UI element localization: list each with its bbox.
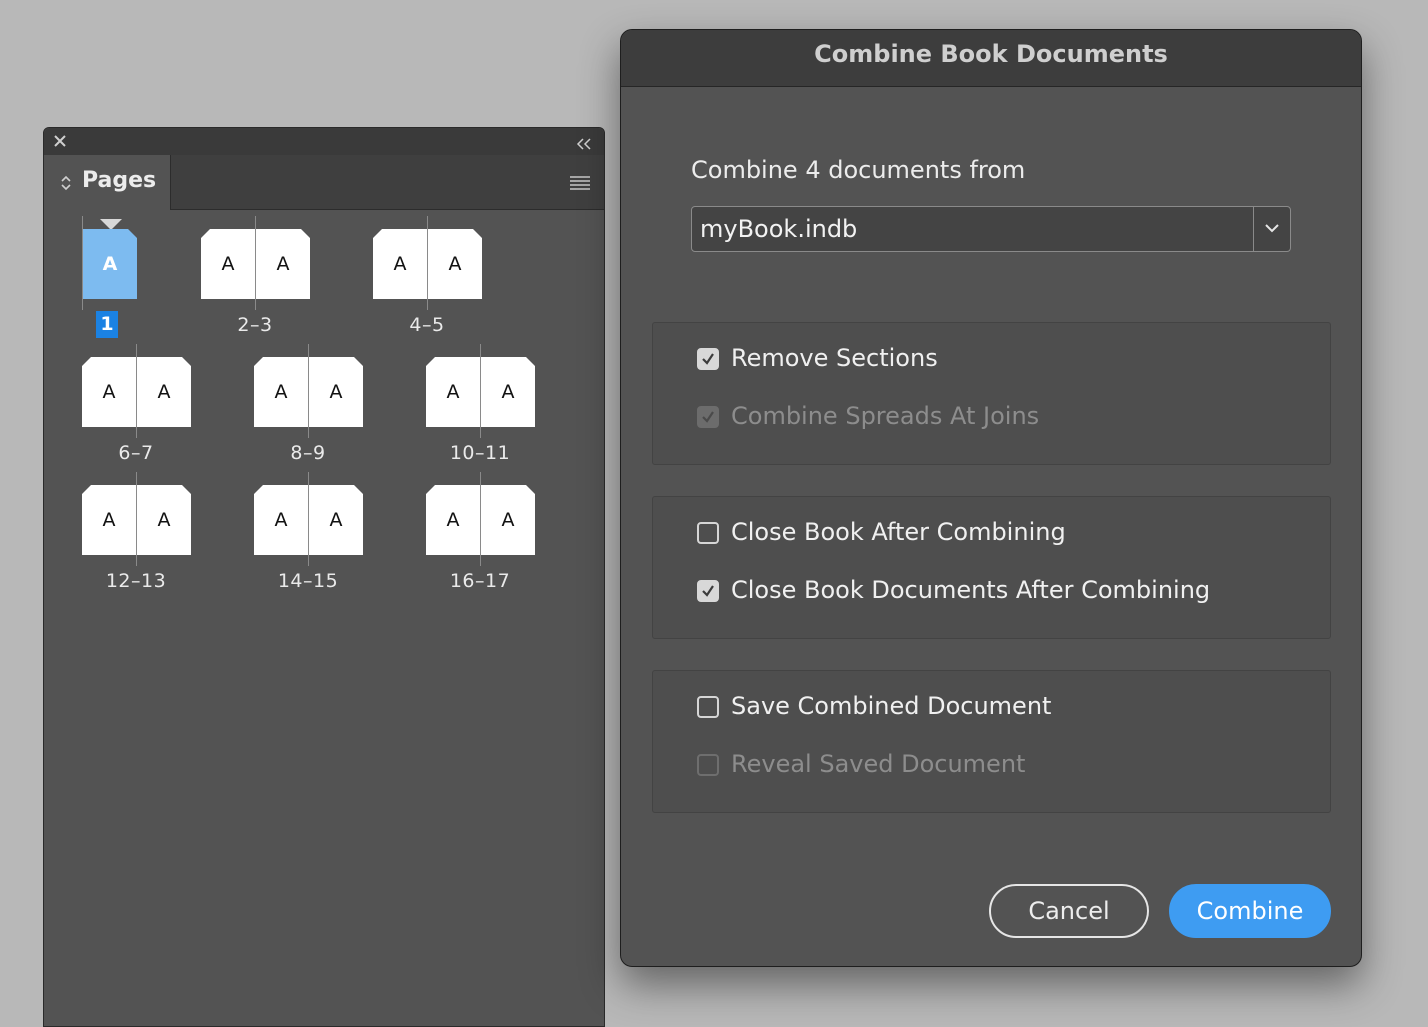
spread-label: 4–5 [409, 314, 445, 336]
combine-from-label: Combine 4 documents from [691, 156, 1026, 184]
reveal-saved-label: Reveal Saved Document [731, 750, 1026, 778]
dialog-title: Combine Book Documents [814, 40, 1168, 68]
spread-label: 12–13 [105, 570, 167, 592]
combine-book-documents-dialog: Combine Book Documents Combine 4 documen… [620, 29, 1362, 967]
page-thumb[interactable]: A [82, 357, 136, 427]
page-thumb[interactable]: A [137, 485, 191, 555]
page-thumbnails: A 1 A A 2–3 A A 4–5 A A 6–7 A A 8–9 A A 10–11 A A 12–13 A A… [44, 210, 604, 1026]
combine-spreads-checkbox [697, 406, 719, 428]
close-options-group: Close Book After Combining Close Book Do… [652, 496, 1331, 639]
remove-sections-checkbox[interactable] [697, 348, 719, 370]
page-1-label: 1 [96, 311, 118, 338]
save-combined-checkbox[interactable] [697, 696, 719, 718]
page-thumb[interactable]: A [481, 485, 535, 555]
spread-label: 10–11 [449, 442, 511, 464]
close-book-documents-checkbox[interactable] [697, 580, 719, 602]
close-icon[interactable] [53, 133, 67, 152]
panel-menu-icon[interactable] [569, 175, 591, 195]
spread-label: 14–15 [277, 570, 339, 592]
tab-pages[interactable]: Pages [44, 155, 171, 210]
spread-label: 8–9 [290, 442, 326, 464]
page-thumb[interactable]: A [137, 357, 191, 427]
reveal-saved-checkbox [697, 754, 719, 776]
chevron-down-icon [1265, 224, 1279, 233]
save-options-group: Save Combined Document Reveal Saved Docu… [652, 670, 1331, 813]
close-book-documents-label: Close Book Documents After Combining [731, 576, 1211, 604]
spread-spine [480, 344, 481, 438]
page-thumb[interactable]: A [309, 485, 363, 555]
sections-options-group: Remove Sections Combine Spreads At Joins [652, 322, 1331, 465]
expand-collapse-chevron-icon[interactable] [60, 175, 72, 195]
book-select-value: myBook.indb [700, 215, 858, 243]
dialog-title-bar[interactable]: Combine Book Documents [621, 30, 1361, 87]
panel-tab-strip: Pages [44, 155, 604, 210]
pages-tab-label: Pages [82, 168, 157, 193]
page-thumb[interactable]: A [428, 229, 482, 299]
page-thumb[interactable]: A [426, 485, 480, 555]
combine-spreads-label: Combine Spreads At Joins [731, 402, 1040, 430]
spread-label: 6–7 [118, 442, 154, 464]
spread-label: 2–3 [237, 314, 273, 336]
page-thumb[interactable]: A [481, 357, 535, 427]
spread-spine [136, 344, 137, 438]
spread-spine [427, 216, 428, 310]
spread-spine [255, 216, 256, 310]
combine-button[interactable]: Combine [1169, 884, 1331, 938]
collapse-icon[interactable] [576, 135, 592, 154]
book-select-dropdown[interactable]: myBook.indb [691, 206, 1291, 252]
spread-spine [308, 472, 309, 566]
spread-spine [308, 344, 309, 438]
close-book-checkbox[interactable] [697, 522, 719, 544]
close-book-label: Close Book After Combining [731, 518, 1066, 546]
page-thumb[interactable]: A [201, 229, 255, 299]
spread-label: 16–17 [449, 570, 511, 592]
page-thumb[interactable]: A [82, 485, 136, 555]
pages-panel: Pages A 1 A A 2–3 A A 4–5 A A 6–7 A A 8–9 A A 10–11 A A 1… [43, 127, 605, 1027]
page-thumb[interactable]: A [254, 485, 308, 555]
page-thumb[interactable]: A [256, 229, 310, 299]
spread-spine [136, 472, 137, 566]
cancel-button[interactable]: Cancel [989, 884, 1149, 938]
save-combined-label: Save Combined Document [731, 692, 1052, 720]
page-thumb[interactable]: A [309, 357, 363, 427]
page-thumb[interactable]: A [373, 229, 427, 299]
remove-sections-label: Remove Sections [731, 344, 938, 372]
page-thumb[interactable]: A [254, 357, 308, 427]
page-thumb[interactable]: A [426, 357, 480, 427]
panel-title-bar[interactable] [44, 128, 604, 156]
dropdown-button[interactable] [1253, 207, 1290, 251]
page-thumb[interactable]: A [83, 229, 137, 299]
spread-spine [480, 472, 481, 566]
